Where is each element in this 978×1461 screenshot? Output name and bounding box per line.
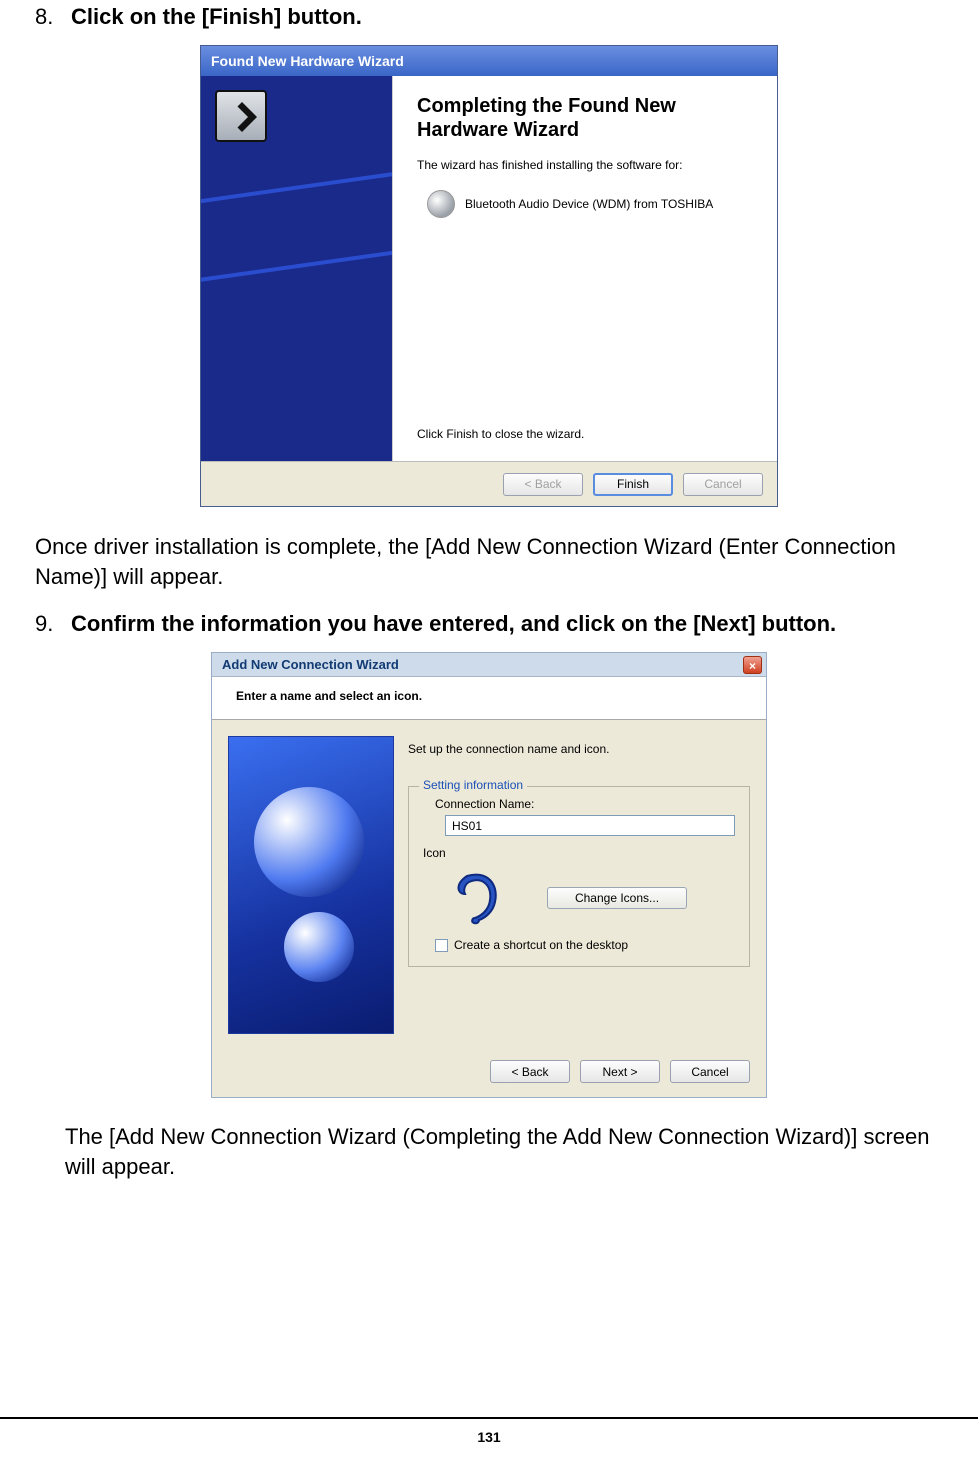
step-number: 8. xyxy=(35,4,63,30)
page-number: 131 xyxy=(0,1417,978,1445)
back-button[interactable]: < Back xyxy=(490,1060,570,1083)
connection-name-label: Connection Name: xyxy=(435,797,735,811)
dialog-title: Add New Connection Wizard xyxy=(222,657,399,672)
headset-icon xyxy=(445,868,509,928)
connection-name-input[interactable] xyxy=(445,815,735,836)
finish-button[interactable]: Finish xyxy=(593,473,673,496)
found-new-hardware-dialog: Found New Hardware Wizard Completing the… xyxy=(200,45,778,507)
dialog-footer: < Back Next > Cancel xyxy=(212,1050,766,1097)
paragraph: The [Add New Connection Wizard (Completi… xyxy=(35,1122,943,1181)
close-instruction: Click Finish to close the wizard. xyxy=(417,427,584,441)
close-icon[interactable]: × xyxy=(743,656,762,674)
wizard-sidebar-image xyxy=(228,736,394,1034)
back-button[interactable]: < Back xyxy=(503,473,583,496)
dialog-header: Enter a name and select an icon. xyxy=(212,677,766,720)
add-connection-dialog: Add New Connection Wizard × Enter a name… xyxy=(211,652,767,1098)
wizard-sidebar-image xyxy=(201,76,393,461)
paragraph: Once driver installation is complete, th… xyxy=(35,532,943,591)
device-name: Bluetooth Audio Device (WDM) from TOSHIB… xyxy=(465,197,713,211)
settings-fieldset: Setting information Connection Name: Ico… xyxy=(408,786,750,967)
instruction-text: Set up the connection name and icon. xyxy=(408,742,750,756)
icon-label: Icon xyxy=(423,846,735,860)
fieldset-legend: Setting information xyxy=(419,778,527,792)
dialog-titlebar: Found New Hardware Wizard xyxy=(201,46,777,76)
dialog-titlebar: Add New Connection Wizard × xyxy=(212,653,766,677)
cancel-button[interactable]: Cancel xyxy=(670,1060,750,1083)
wizard-subtext: The wizard has finished installing the s… xyxy=(417,158,753,172)
install-icon xyxy=(215,90,267,142)
speaker-icon xyxy=(427,190,455,218)
create-shortcut-label: Create a shortcut on the desktop xyxy=(454,938,628,952)
step-text: Confirm the information you have entered… xyxy=(71,611,836,637)
wizard-heading: Completing the Found New Hardware Wizard xyxy=(417,94,753,142)
change-icons-button[interactable]: Change Icons... xyxy=(547,887,687,909)
dialog-footer: < Back Finish Cancel xyxy=(201,461,777,506)
step-number: 9. xyxy=(35,611,63,637)
next-button[interactable]: Next > xyxy=(580,1060,660,1083)
cancel-button[interactable]: Cancel xyxy=(683,473,763,496)
step-text: Click on the [Finish] button. xyxy=(71,4,362,30)
create-shortcut-checkbox[interactable] xyxy=(435,939,448,952)
